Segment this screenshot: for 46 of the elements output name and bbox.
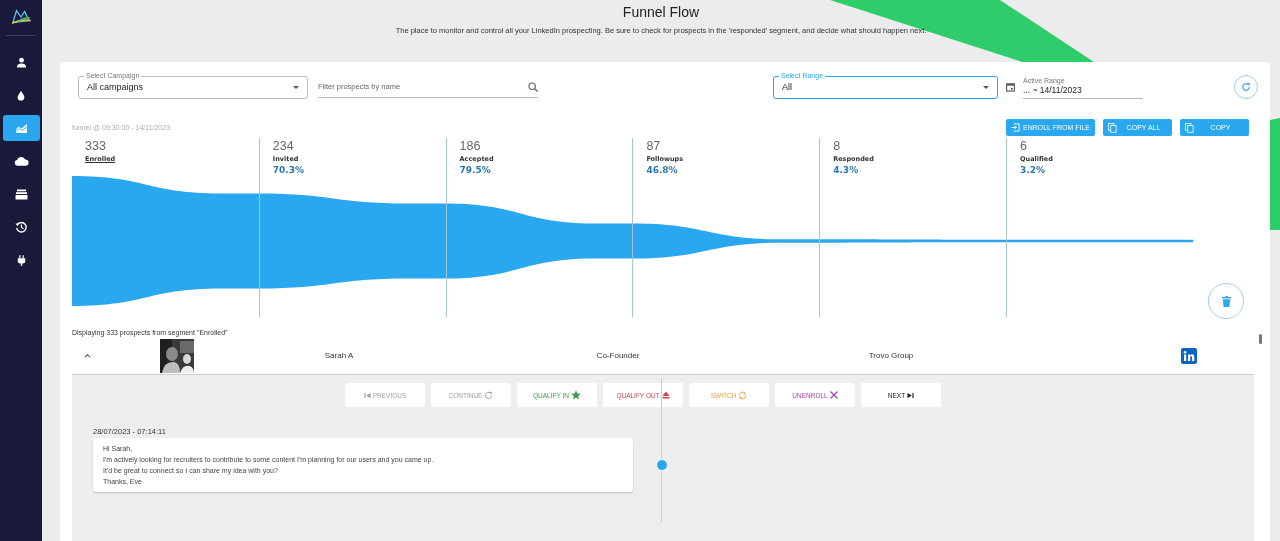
drop-icon bbox=[16, 89, 26, 101]
stage-rate: 70.3% bbox=[272, 165, 305, 175]
sidebar-item[interactable] bbox=[2, 115, 40, 141]
stage-count: 8 bbox=[833, 139, 841, 153]
stage-count: 6 bbox=[1020, 139, 1027, 153]
history-icon bbox=[15, 221, 27, 233]
trash-icon bbox=[1221, 295, 1231, 307]
import-icon bbox=[1010, 123, 1020, 132]
refresh-icon bbox=[484, 390, 494, 400]
page-title: Funnel Flow bbox=[621, 4, 701, 20]
scrollbar-thumb[interactable] bbox=[1259, 334, 1262, 344]
stage-count: 186 bbox=[459, 139, 481, 153]
prospect-name: Sarah A bbox=[323, 351, 355, 360]
logo-icon bbox=[10, 8, 32, 26]
caret-icon bbox=[983, 85, 989, 89]
stage-rate: 3.2% bbox=[1020, 165, 1045, 175]
prospect-company: Trovo Group bbox=[867, 351, 915, 360]
skip-previous-icon bbox=[363, 391, 371, 399]
refresh-icon bbox=[1241, 82, 1251, 92]
star-icon bbox=[571, 390, 581, 400]
stage-count: 333 bbox=[85, 139, 106, 153]
area-chart-icon bbox=[14, 122, 28, 134]
inbox-icon bbox=[14, 188, 28, 200]
stage-count: 234 bbox=[272, 139, 294, 153]
stage-rate: 79.5% bbox=[459, 165, 491, 175]
stage-count: 87 bbox=[646, 139, 661, 153]
caret-icon bbox=[293, 85, 299, 89]
stage-rate: 4.3% bbox=[833, 165, 859, 175]
copy-icon bbox=[1108, 122, 1117, 133]
skip-next-icon bbox=[907, 391, 915, 399]
chevron-icon[interactable] bbox=[84, 353, 91, 358]
plug-icon bbox=[16, 254, 26, 266]
copy-icon bbox=[1185, 122, 1194, 133]
delete-button[interactable] bbox=[1208, 283, 1244, 319]
cloud-icon bbox=[13, 156, 29, 166]
eject-icon bbox=[661, 391, 670, 399]
person-icon bbox=[15, 56, 27, 68]
linkedin-icon[interactable] bbox=[1181, 347, 1197, 364]
timeline-dot bbox=[656, 459, 668, 471]
prospect-title: Co-Founder bbox=[595, 351, 641, 360]
close-icon bbox=[829, 391, 838, 399]
stage-rate: 46.8% bbox=[646, 165, 678, 175]
calendar-icon[interactable] bbox=[1006, 82, 1015, 92]
sync-icon bbox=[738, 390, 748, 400]
prospect-row[interactable]: Sarah A Co-Founder Trovo Group bbox=[72, 338, 1258, 373]
search-icon bbox=[528, 81, 538, 92]
